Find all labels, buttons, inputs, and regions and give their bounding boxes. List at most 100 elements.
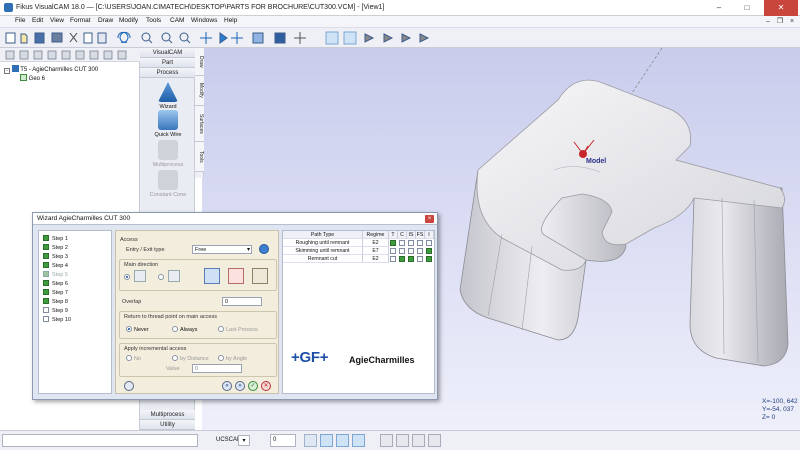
- return-always-radio[interactable]: Always: [172, 326, 197, 333]
- close-button[interactable]: ✕: [764, 0, 798, 16]
- row2-c-checkbox[interactable]: [399, 248, 405, 254]
- process-button[interactable]: Process: [140, 68, 195, 78]
- menu-help[interactable]: Help: [224, 17, 237, 24]
- grid-toggle[interactable]: [336, 434, 349, 447]
- menu-view[interactable]: View: [50, 17, 64, 24]
- menu-format[interactable]: Format: [70, 17, 91, 24]
- dialog-title-bar[interactable]: Wizard AgieCharmilles CUT 300 ×: [33, 213, 437, 225]
- step-checkbox[interactable]: [43, 253, 49, 259]
- regime-cell[interactable]: E2: [363, 255, 389, 263]
- step-item-5[interactable]: Step 5: [43, 271, 68, 280]
- row2-is-checkbox[interactable]: [408, 248, 414, 254]
- dyn-toggle[interactable]: [412, 434, 425, 447]
- step-checkbox[interactable]: [43, 298, 49, 304]
- incremental-distance-radio[interactable]: by Distance: [172, 355, 209, 362]
- return-last-process-radio[interactable]: Last Process: [218, 326, 258, 333]
- incremental-value-input[interactable]: 0: [192, 364, 242, 373]
- row1-fs-checkbox[interactable]: [417, 240, 423, 246]
- next-step-button[interactable]: »: [235, 381, 245, 391]
- regime-cell[interactable]: E7: [363, 247, 389, 255]
- step-checkbox[interactable]: [43, 307, 49, 313]
- path-type-cell[interactable]: Skimming until remnant: [283, 247, 363, 255]
- first-step-button[interactable]: «: [222, 381, 232, 391]
- direction-radio-1[interactable]: [124, 274, 132, 281]
- return-never-radio[interactable]: Never: [126, 326, 149, 333]
- step-item-8[interactable]: Step 8: [43, 298, 68, 307]
- minimize-button[interactable]: –: [706, 0, 732, 16]
- child-close-button[interactable]: ×: [788, 17, 796, 26]
- row2-fs-checkbox[interactable]: [417, 248, 423, 254]
- step-checkbox[interactable]: [43, 316, 49, 322]
- multiprocess-button[interactable]: Multiprocess: [140, 410, 195, 420]
- ok-button[interactable]: ✓: [248, 381, 258, 391]
- row1-t-checkbox[interactable]: [390, 240, 396, 246]
- layer-select[interactable]: 0: [270, 434, 296, 447]
- step-checkbox[interactable]: [43, 289, 49, 295]
- dialog-close-button[interactable]: ×: [425, 215, 434, 223]
- row3-i-checkbox[interactable]: [426, 256, 432, 262]
- step-checkbox[interactable]: [43, 244, 49, 250]
- step-checkbox[interactable]: [43, 271, 49, 277]
- tab-tools[interactable]: Tools: [195, 142, 204, 172]
- step-checkbox[interactable]: [43, 262, 49, 268]
- child-minimize-button[interactable]: –: [764, 17, 772, 26]
- overlap-input[interactable]: 0: [222, 297, 262, 306]
- maximize-button[interactable]: □: [734, 0, 760, 16]
- lwt-toggle[interactable]: [428, 434, 441, 447]
- utility-button[interactable]: Utility: [140, 420, 195, 430]
- path-type-cell[interactable]: Roughing until remnant: [283, 239, 363, 247]
- row1-c-checkbox[interactable]: [399, 240, 405, 246]
- path-type-cell[interactable]: Remnant cut: [283, 255, 363, 263]
- entry-settings-icon[interactable]: [259, 244, 269, 254]
- tab-surfaces[interactable]: Surfaces: [195, 106, 204, 142]
- plane-toggle[interactable]: [352, 434, 365, 447]
- row1-i-checkbox[interactable]: [426, 240, 432, 246]
- snap-toggle[interactable]: [304, 434, 317, 447]
- multiprocess-tool[interactable]: Multiprocess: [148, 140, 188, 168]
- step-checkbox[interactable]: [43, 235, 49, 241]
- tab-modify[interactable]: Modify: [195, 76, 204, 106]
- menu-draw[interactable]: Draw: [98, 17, 113, 24]
- step-item-4[interactable]: Step 4: [43, 262, 68, 271]
- part-button[interactable]: Part: [140, 58, 195, 68]
- menu-modify[interactable]: Modify: [119, 17, 138, 24]
- row2-i-checkbox[interactable]: [426, 248, 432, 254]
- ucs-dropdown[interactable]: ▾: [238, 435, 250, 446]
- step-item-1[interactable]: Step 1: [43, 235, 68, 244]
- incremental-no-radio[interactable]: No: [126, 355, 141, 362]
- osnap-toggle[interactable]: [380, 434, 393, 447]
- profile-corner-icon[interactable]: [228, 268, 244, 284]
- ortho-toggle[interactable]: [320, 434, 333, 447]
- help-icon[interactable]: [124, 381, 134, 391]
- constant-cone-tool[interactable]: Constant Cone: [148, 170, 188, 198]
- row2-t-checkbox[interactable]: [390, 248, 396, 254]
- row3-is-checkbox[interactable]: [408, 256, 414, 262]
- quick-wire-tool[interactable]: Quick Wire: [148, 110, 188, 138]
- tree-item-machine[interactable]: - T5 - AgieCharmilles CUT 300: [4, 65, 98, 74]
- row1-is-checkbox[interactable]: [408, 240, 414, 246]
- menu-file[interactable]: File: [15, 17, 25, 24]
- command-input[interactable]: [2, 434, 198, 447]
- step-item-6[interactable]: Step 6: [43, 280, 68, 289]
- menu-windows[interactable]: Windows: [191, 17, 217, 24]
- row3-t-checkbox[interactable]: [390, 256, 396, 262]
- menu-edit[interactable]: Edit: [32, 17, 43, 24]
- step-item-2[interactable]: Step 2: [43, 244, 68, 253]
- entry-exit-select[interactable]: Free ▾: [192, 245, 252, 254]
- track-toggle[interactable]: [396, 434, 409, 447]
- step-item-9[interactable]: Step 9: [43, 307, 68, 316]
- row3-fs-checkbox[interactable]: [417, 256, 423, 262]
- profile-closed-icon[interactable]: [252, 268, 268, 284]
- regime-cell[interactable]: E2: [363, 239, 389, 247]
- profile-open-icon[interactable]: [204, 268, 220, 284]
- menu-tools[interactable]: Tools: [146, 17, 161, 24]
- cancel-button[interactable]: ✕: [261, 381, 271, 391]
- step-checkbox[interactable]: [43, 280, 49, 286]
- direction-radio-2[interactable]: [158, 274, 166, 281]
- incremental-angle-radio[interactable]: by Angle: [218, 355, 247, 362]
- tab-draw[interactable]: Draw: [195, 48, 204, 76]
- row3-c-checkbox[interactable]: [399, 256, 405, 262]
- child-restore-button[interactable]: ❐: [776, 17, 784, 26]
- wizard-tool[interactable]: Wizard: [148, 82, 188, 110]
- step-item-7[interactable]: Step 7: [43, 289, 68, 298]
